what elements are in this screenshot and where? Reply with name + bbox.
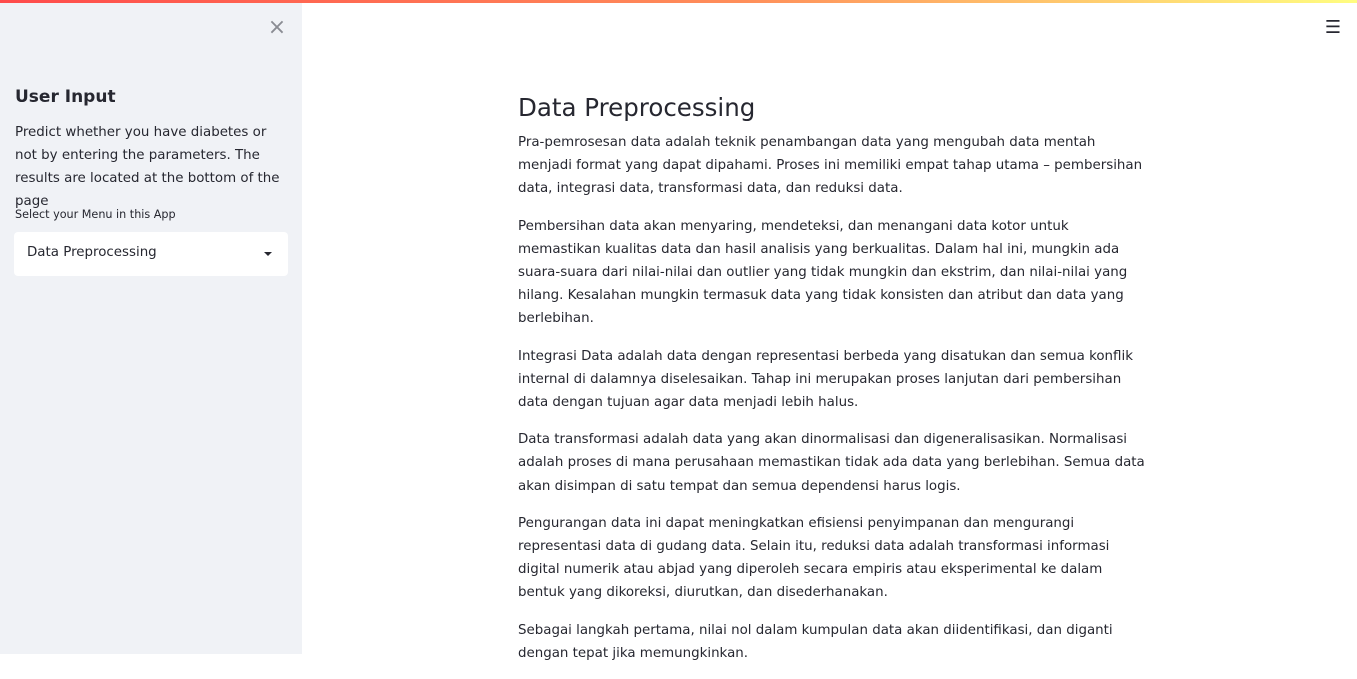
sidebar: × User Input Predict whether you have di… [0, 0, 302, 654]
close-icon[interactable]: × [266, 17, 288, 39]
main-content: Data Preprocessing Pra-pemrosesan data a… [518, 90, 1148, 679]
chevron-down-icon [264, 252, 272, 256]
menu-select-value: Data Preprocessing [27, 245, 157, 260]
menu-select[interactable]: Data Preprocessing [14, 232, 288, 276]
sidebar-description: Predict whether you have diabetes or not… [15, 125, 280, 209]
paragraph: Pra-pemrosesan data adalah teknik penamb… [518, 135, 1143, 197]
top-decoration-bar [0, 0, 1357, 3]
paragraph: Pengurangan data ini dapat meningkatkan … [518, 515, 1110, 601]
paragraph: Sebagai langkah pertama, nilai nol dalam… [518, 622, 1113, 661]
paragraph: Data transformasi adalah data yang akan … [518, 432, 1145, 494]
menu-select-label: Select your Menu in this App [15, 208, 176, 221]
hamburger-menu-icon[interactable]: ☰ [1322, 18, 1344, 38]
sidebar-title: User Input [15, 87, 116, 107]
paragraph: Integrasi Data adalah data dengan repres… [518, 348, 1133, 411]
page-title: Data Preprocessing [518, 93, 756, 122]
paragraph: Pembersihan data akan menyaring, mendete… [518, 218, 1128, 327]
